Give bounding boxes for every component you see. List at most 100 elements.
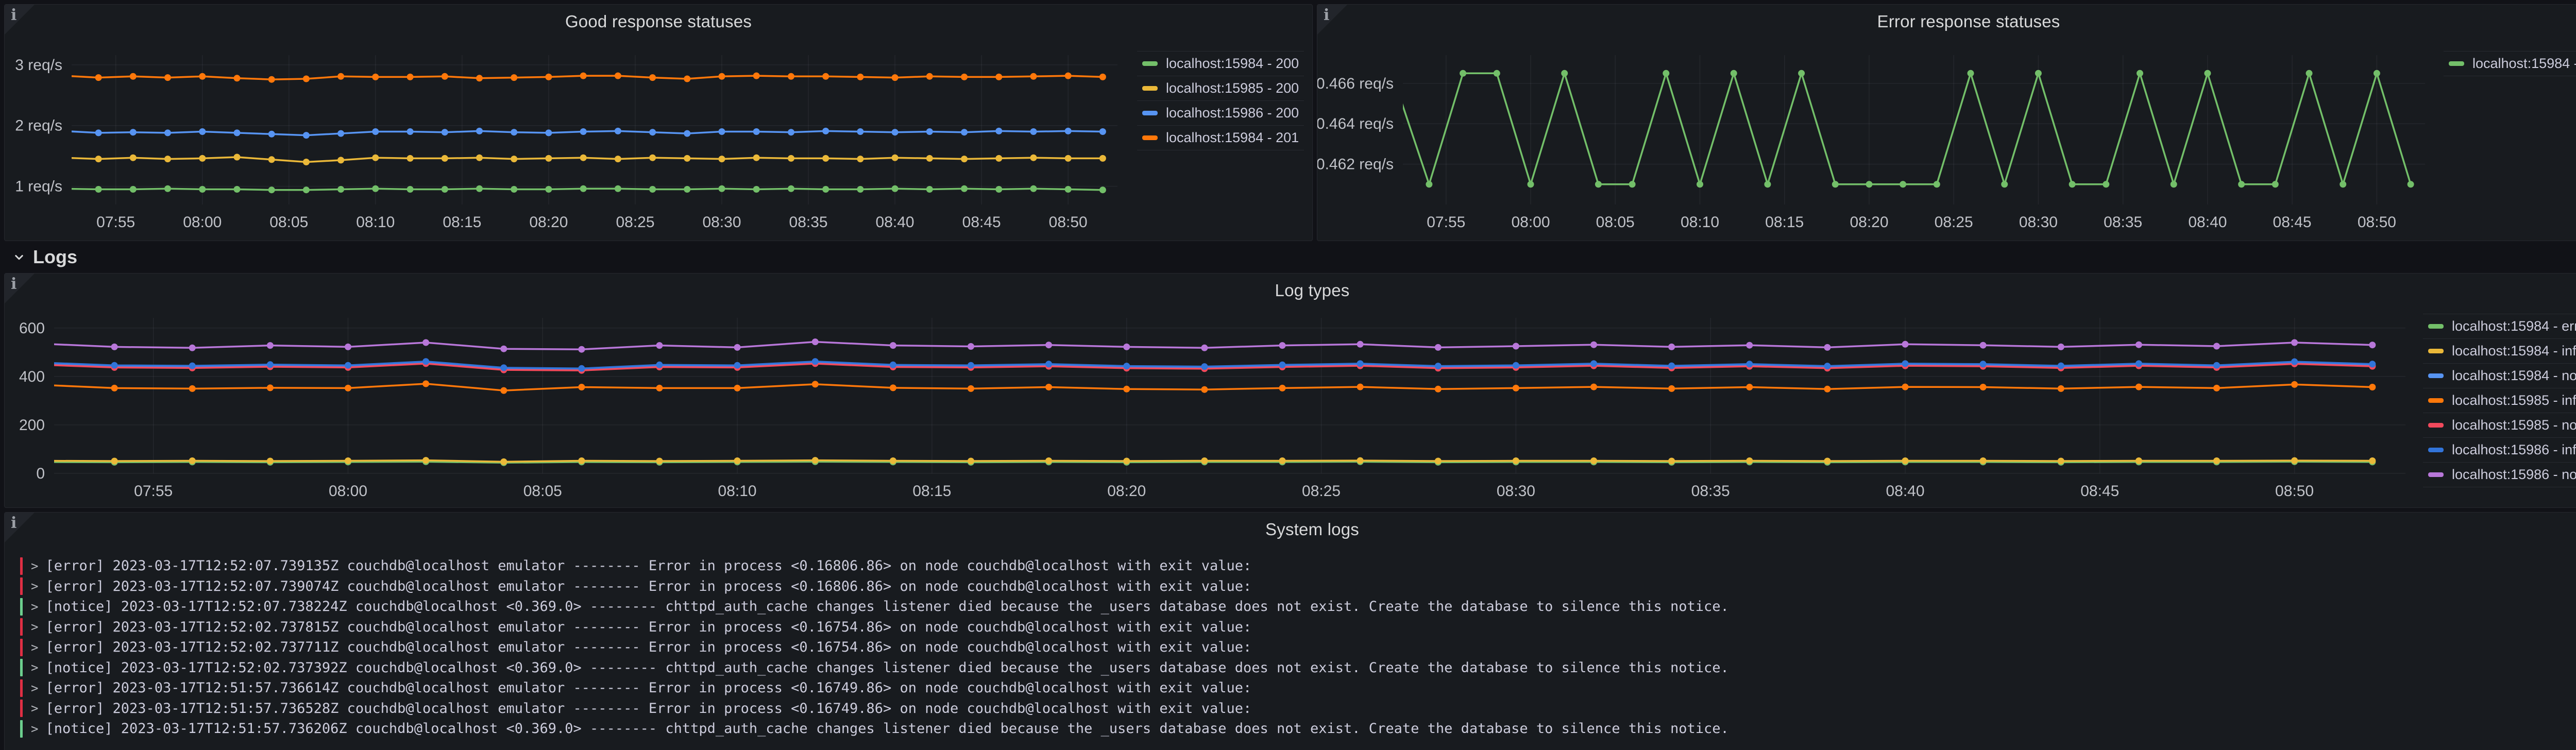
legend-series-label: localhost:15984 - info (2452, 343, 2576, 359)
legend-series-label: localhost:15984 - 201 (1166, 130, 1299, 146)
legend-item[interactable]: localhost:15985 - notice (2423, 413, 2576, 437)
log-level-bar-error (20, 618, 23, 636)
grafana-dashboard: { "logs_section": { "label": "Logs", "ch… (0, 0, 2576, 750)
error-response-statuses-chart[interactable]: 07:5508:0008:0508:1008:1508:2008:2508:30… (1317, 5, 2576, 241)
svg-text:08:20: 08:20 (529, 214, 568, 231)
legend-series-swatch (2428, 398, 2444, 403)
svg-text:08:10: 08:10 (718, 483, 757, 500)
svg-text:08:35: 08:35 (2104, 214, 2142, 231)
log-expand-chevron-icon[interactable]: > (31, 600, 38, 614)
panel-info-icon[interactable]: i (5, 274, 35, 303)
svg-text:08:50: 08:50 (2275, 483, 2314, 500)
log-row[interactable]: > [notice] 2023-03-17T12:52:02.737392Z co… (5, 658, 2576, 678)
panel-info-icon[interactable]: i (5, 513, 35, 542)
chart-legend: localhost:15984 - error localhost:15984 -… (2423, 314, 2576, 487)
svg-text:08:25: 08:25 (1935, 214, 1973, 231)
log-types-chart[interactable]: 07:5508:0008:0508:1008:1508:2008:2508:30… (5, 274, 2576, 508)
svg-text:0.466 req/s: 0.466 req/s (1317, 75, 1394, 92)
svg-text:08:00: 08:00 (329, 483, 367, 500)
svg-text:200: 200 (19, 417, 45, 434)
svg-text:08:10: 08:10 (1681, 214, 1719, 231)
legend-series-label: localhost:15984 - error (2452, 318, 2576, 334)
legend-item[interactable]: localhost:15984 - info (2423, 338, 2576, 363)
svg-text:08:50: 08:50 (1049, 214, 1088, 231)
log-expand-chevron-icon[interactable]: > (31, 620, 38, 634)
panel-title[interactable]: System logs (5, 520, 2576, 539)
log-level-bar-notice (20, 720, 23, 738)
svg-text:2 req/s: 2 req/s (15, 117, 62, 134)
log-level-bar-notice (20, 659, 23, 676)
chart-legend: localhost:15984 - 200 localhost:15985 - 2… (1137, 51, 1304, 150)
panel-error-response-statuses: i Error response statuses 07:5508:0008:0… (1317, 4, 2576, 241)
logs-section-toggle[interactable]: Logs (11, 245, 77, 269)
svg-text:08:00: 08:00 (1511, 214, 1550, 231)
log-row-text: [error] 2023-03-17T12:52:02.737815Z couc… (45, 619, 1251, 635)
log-row[interactable]: >[error] 2023-03-17T12:51:57.736528Z cou… (5, 698, 2576, 719)
legend-series-label: localhost:15984 - 200 (1166, 56, 1299, 72)
svg-text:0.464 req/s: 0.464 req/s (1317, 115, 1394, 132)
chart-legend: localhost:15984 - 401 (2444, 51, 2576, 76)
log-row-text: [error] 2023-03-17T12:52:02.737711Z couc… (45, 639, 1251, 655)
log-expand-chevron-icon[interactable]: > (31, 701, 38, 715)
legend-series-swatch (1142, 61, 1158, 66)
log-expand-chevron-icon[interactable]: > (31, 640, 38, 655)
svg-text:600: 600 (19, 320, 45, 337)
log-row[interactable]: > [error] 2023-03-17T12:52:02.737711Z cou… (5, 637, 2576, 658)
log-row[interactable]: >[error] 2023-03-17T12:52:07.739135Z cou… (5, 556, 2576, 576)
legend-series-swatch (2428, 472, 2444, 477)
panel-info-icon[interactable]: i (5, 5, 35, 35)
legend-series-label: localhost:15986 - notice (2452, 467, 2576, 483)
log-level-bar-error (20, 700, 23, 717)
log-row[interactable]: >[notice] 2023-03-17T12:51:57.736206Z co… (5, 719, 2576, 739)
svg-text:08:30: 08:30 (2019, 214, 2058, 231)
legend-series-label: localhost:15985 - notice (2452, 417, 2576, 433)
log-row[interactable]: >[notice] 2023-03-17T12:52:07.738224Z co… (5, 596, 2576, 617)
legend-item[interactable]: localhost:15984 - 201 (1137, 125, 1304, 150)
svg-text:08:10: 08:10 (356, 214, 395, 231)
panel-good-response-statuses: i Good response statuses 07:5508:0008:05… (4, 4, 1313, 241)
panel-log-types: i Log types 07:5508:0008:0508:1008:1508:… (4, 273, 2576, 508)
legend-item[interactable]: localhost:15986 - info (2423, 437, 2576, 462)
svg-text:08:15: 08:15 (443, 214, 481, 231)
legend-item[interactable]: localhost:15985 - 200 (1137, 76, 1304, 100)
legend-item[interactable]: localhost:15986 - 200 (1137, 100, 1304, 125)
svg-text:08:30: 08:30 (702, 214, 741, 231)
svg-text:07:55: 07:55 (96, 214, 135, 231)
legend-item[interactable]: localhost:15984 - 401 (2444, 51, 2576, 76)
log-row[interactable]: > [error] 2023-03-17T12:52:07.739074Z cou… (5, 576, 2576, 597)
legend-series-swatch (2449, 61, 2464, 66)
legend-series-label: localhost:15985 - info (2452, 393, 2576, 408)
log-expand-chevron-icon[interactable]: > (31, 660, 38, 675)
log-level-bar-error (20, 679, 23, 697)
legend-series-label: localhost:15985 - 200 (1166, 80, 1299, 96)
legend-series-swatch (2428, 448, 2444, 452)
svg-text:08:05: 08:05 (269, 214, 308, 231)
svg-text:08:20: 08:20 (1850, 214, 1888, 231)
legend-item[interactable]: localhost:15984 - error (2423, 314, 2576, 338)
svg-text:08:35: 08:35 (789, 214, 828, 231)
info-icon: i (11, 8, 16, 23)
svg-text:08:50: 08:50 (2358, 214, 2396, 231)
legend-item[interactable]: localhost:15986 - notice (2423, 462, 2576, 487)
legend-item[interactable]: localhost:15984 - notice (2423, 363, 2576, 388)
log-expand-chevron-icon[interactable]: > (31, 559, 38, 573)
svg-text:08:30: 08:30 (1497, 483, 1535, 500)
legend-series-swatch (2428, 423, 2444, 428)
svg-text:08:15: 08:15 (1765, 214, 1804, 231)
legend-series-swatch (2428, 373, 2444, 378)
panel-system-logs: i System logs >[error] 2023-03-17T12:52:… (4, 512, 2576, 750)
log-row-text: [error] 2023-03-17T12:52:07.739074Z couc… (45, 578, 1251, 594)
log-row[interactable]: > [error] 2023-03-17T12:52:02.737815Z cou… (5, 617, 2576, 638)
svg-text:08:25: 08:25 (1302, 483, 1341, 500)
good-response-statuses-chart[interactable]: 07:5508:0008:0508:1008:1508:2008:2508:30… (5, 5, 1313, 241)
legend-item[interactable]: localhost:15985 - info (2423, 388, 2576, 413)
svg-text:0.462 req/s: 0.462 req/s (1317, 156, 1394, 173)
panel-info-icon[interactable]: i (1317, 5, 1347, 35)
log-level-bar-error (20, 577, 23, 595)
log-expand-chevron-icon[interactable]: > (31, 681, 38, 695)
log-row[interactable]: >[error] 2023-03-17T12:51:57.736614Z cou… (5, 678, 2576, 698)
legend-item[interactable]: localhost:15984 - 200 (1137, 51, 1304, 76)
log-expand-chevron-icon[interactable]: > (31, 722, 38, 736)
log-expand-chevron-icon[interactable]: > (31, 579, 38, 593)
log-row-text: [notice] 2023-03-17T12:52:02.737392Z cou… (45, 660, 1728, 676)
